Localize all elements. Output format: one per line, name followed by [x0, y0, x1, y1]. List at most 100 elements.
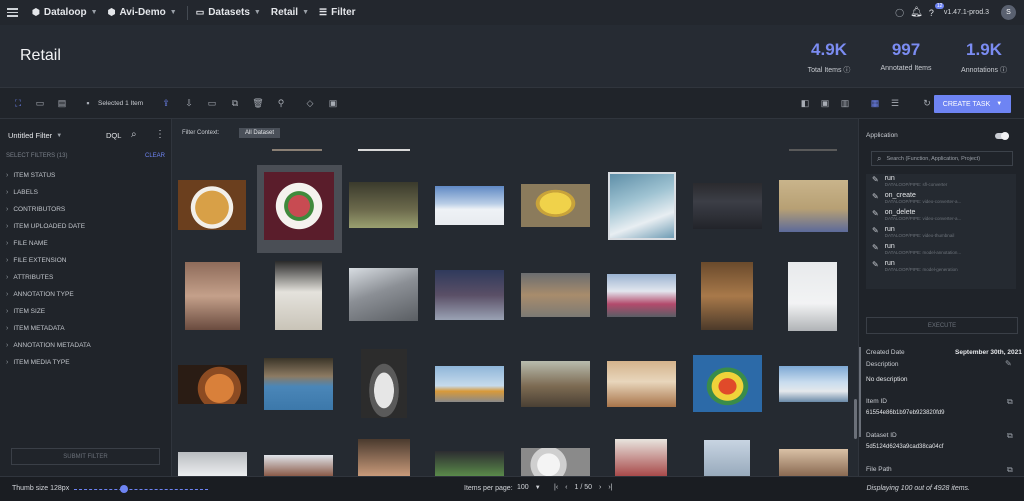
thumbnail-item[interactable]	[349, 182, 418, 228]
refresh-icon[interactable]: ↻	[921, 97, 933, 109]
filter-item-media-type[interactable]: › ITEM MEDIA TYPE	[0, 354, 172, 371]
filter-item-uploaded-date[interactable]: › ITEM UPLOADED DATE	[0, 218, 172, 235]
tag-icon[interactable]: ◇	[304, 97, 316, 109]
hierarchy-icon[interactable]: ⛶	[12, 97, 24, 109]
function-item[interactable]: ✎ run DATALOOP/PIPE: video-thumbnail	[866, 226, 1016, 243]
function-item[interactable]: ✎ run DATALOOP/PIPE: model-annotation...	[866, 243, 1016, 260]
function-item[interactable]: ✎ on_delete DATALOOP/PIPE: video-converte…	[866, 209, 1016, 226]
thumbnail-item[interactable]	[272, 149, 322, 151]
filter-name-selector[interactable]: Untitled Filter ▼	[8, 131, 62, 140]
filter-file-extension[interactable]: › FILE EXTENSION	[0, 252, 172, 269]
folder-icon[interactable]: ▭	[34, 97, 46, 109]
copy-icon[interactable]: ⧉	[1007, 397, 1013, 407]
thumbnail-item[interactable]	[435, 270, 504, 320]
thumbnail-item[interactable]	[435, 451, 504, 476]
list-view-icon[interactable]: ☰	[889, 97, 901, 109]
edit-icon[interactable]: ✎	[1005, 359, 1012, 368]
demo-selector[interactable]: ⬢ Avi-Demo ▼	[108, 7, 177, 18]
grid-view-icon[interactable]: ▦	[869, 97, 881, 109]
select-icon[interactable]: ▪	[82, 97, 94, 109]
all-dataset-chip[interactable]: All Dataset	[239, 128, 281, 138]
filter-menu[interactable]: ☰ Filter	[319, 7, 356, 18]
more-icon[interactable]: ⋮	[155, 129, 165, 140]
thumbnail-item[interactable]	[788, 262, 837, 331]
save-icon[interactable]: ▤	[56, 97, 68, 109]
search-icon[interactable]: ⌕	[131, 129, 137, 140]
bell-icon[interactable]: 🔔︎	[910, 7, 923, 18]
avatar[interactable]: S	[1001, 5, 1016, 20]
thumbnail-item[interactable]	[607, 274, 676, 317]
thumbnail-item[interactable]	[358, 149, 410, 151]
thumbnail-item[interactable]	[521, 361, 590, 407]
thumbnail-item[interactable]	[693, 355, 762, 412]
function-item[interactable]: ✎ run DATALOOP/PIPE: model-generation	[866, 260, 1016, 277]
thumbnail-item[interactable]	[264, 172, 334, 240]
dataset-selector[interactable]: Retail ▼	[271, 7, 309, 18]
copy-icon[interactable]: ⧉	[229, 97, 241, 109]
filter-annotation-type[interactable]: › ANNOTATION TYPE	[0, 286, 172, 303]
items-per-page-select[interactable]: 100 ▼	[517, 484, 541, 491]
slider-handle[interactable]	[120, 485, 128, 493]
thumbnail-item[interactable]	[607, 361, 676, 407]
filter-item-metadata[interactable]: › ITEM METADATA	[0, 320, 172, 337]
clear-filters-link[interactable]: CLEAR	[145, 153, 165, 159]
filter-item-size[interactable]: › ITEM SIZE	[0, 303, 172, 320]
execute-button[interactable]: EXECUTE	[866, 317, 1018, 334]
function-item[interactable]: ✎ run DATALOOP/PIPE: sfl-converter	[866, 175, 1016, 192]
pin-icon[interactable]: ⚲	[275, 97, 287, 109]
copy-icon[interactable]: ⧉	[1007, 431, 1013, 441]
camera-icon[interactable]: ▣	[819, 97, 831, 109]
next-page-icon[interactable]: ›	[599, 484, 601, 491]
thumbnail-item[interactable]	[779, 180, 848, 232]
bar-chart-icon[interactable]: ▥	[839, 97, 851, 109]
thumbnail-item[interactable]	[361, 349, 407, 418]
thumbnail-item[interactable]	[521, 448, 590, 476]
dql-button[interactable]: DQL	[106, 131, 121, 140]
thumbnail-item[interactable]	[608, 172, 676, 240]
filter-annotation-metadata[interactable]: › ANNOTATION METADATA	[0, 337, 172, 354]
thumbnail-item[interactable]	[178, 180, 246, 230]
thumbnail-item[interactable]	[521, 184, 590, 227]
thumbnail-item[interactable]	[264, 358, 333, 410]
thumbnail-item[interactable]	[435, 186, 504, 225]
thumbnail-item[interactable]	[349, 268, 418, 321]
status-dot-icon[interactable]: ◯	[895, 8, 904, 17]
function-item[interactable]: ✎ on_create DATALOOP/PIPE: video-converte…	[866, 192, 1016, 209]
thumbnail-item[interactable]	[358, 439, 410, 476]
thumbnail-item[interactable]	[779, 449, 848, 476]
submit-filter-button[interactable]: SUBMIT FILTER	[11, 448, 160, 465]
application-toggle[interactable]	[995, 132, 1009, 140]
scrollbar[interactable]	[854, 399, 857, 439]
filter-file-name[interactable]: › FILE NAME	[0, 235, 172, 252]
first-page-icon[interactable]: |‹	[554, 484, 558, 491]
thumbnail-item[interactable]	[521, 273, 590, 317]
move-icon[interactable]: ▭	[206, 97, 218, 109]
panel-scrollbar[interactable]	[859, 347, 861, 437]
thumb-size-slider[interactable]	[74, 485, 208, 493]
function-search-input[interactable]: ⌕ Search (Function, Application, Project…	[871, 151, 1013, 166]
selected-thumbnail-frame[interactable]	[257, 165, 342, 253]
download-icon[interactable]: ⇩	[183, 97, 195, 109]
last-page-icon[interactable]: ›|	[608, 484, 612, 491]
thumbnail-item[interactable]	[275, 261, 322, 330]
upload-icon[interactable]: ⇪	[160, 97, 172, 109]
project-selector[interactable]: ⬢ Dataloop ▼	[32, 7, 98, 18]
thumbnail-item[interactable]	[704, 440, 750, 476]
prev-page-icon[interactable]: ‹	[565, 484, 567, 491]
thumbnail-item[interactable]	[185, 262, 240, 330]
filter-labels[interactable]: › LABELS	[0, 184, 172, 201]
thumbnail-item[interactable]	[435, 366, 504, 402]
thumbnail-item[interactable]	[178, 365, 247, 404]
create-task-button[interactable]: CREATE TASK ▼	[934, 95, 1011, 113]
datasets-menu[interactable]: ▭ Datasets ▼	[196, 7, 261, 18]
thumbnail-item[interactable]	[264, 455, 333, 476]
copy-icon[interactable]: ⧉	[1007, 465, 1013, 475]
image-icon[interactable]: ▣	[327, 97, 339, 109]
filter-contributors[interactable]: › CONTRIBUTORS	[0, 201, 172, 218]
menu-icon[interactable]	[0, 0, 22, 25]
filter-attributes[interactable]: › ATTRIBUTES	[0, 269, 172, 286]
panel-icon[interactable]: ◧	[799, 97, 811, 109]
thumbnail-item[interactable]	[789, 149, 837, 151]
filter-item-status[interactable]: › ITEM STATUS	[0, 167, 172, 184]
help-icon[interactable]: ? 12	[929, 2, 945, 18]
